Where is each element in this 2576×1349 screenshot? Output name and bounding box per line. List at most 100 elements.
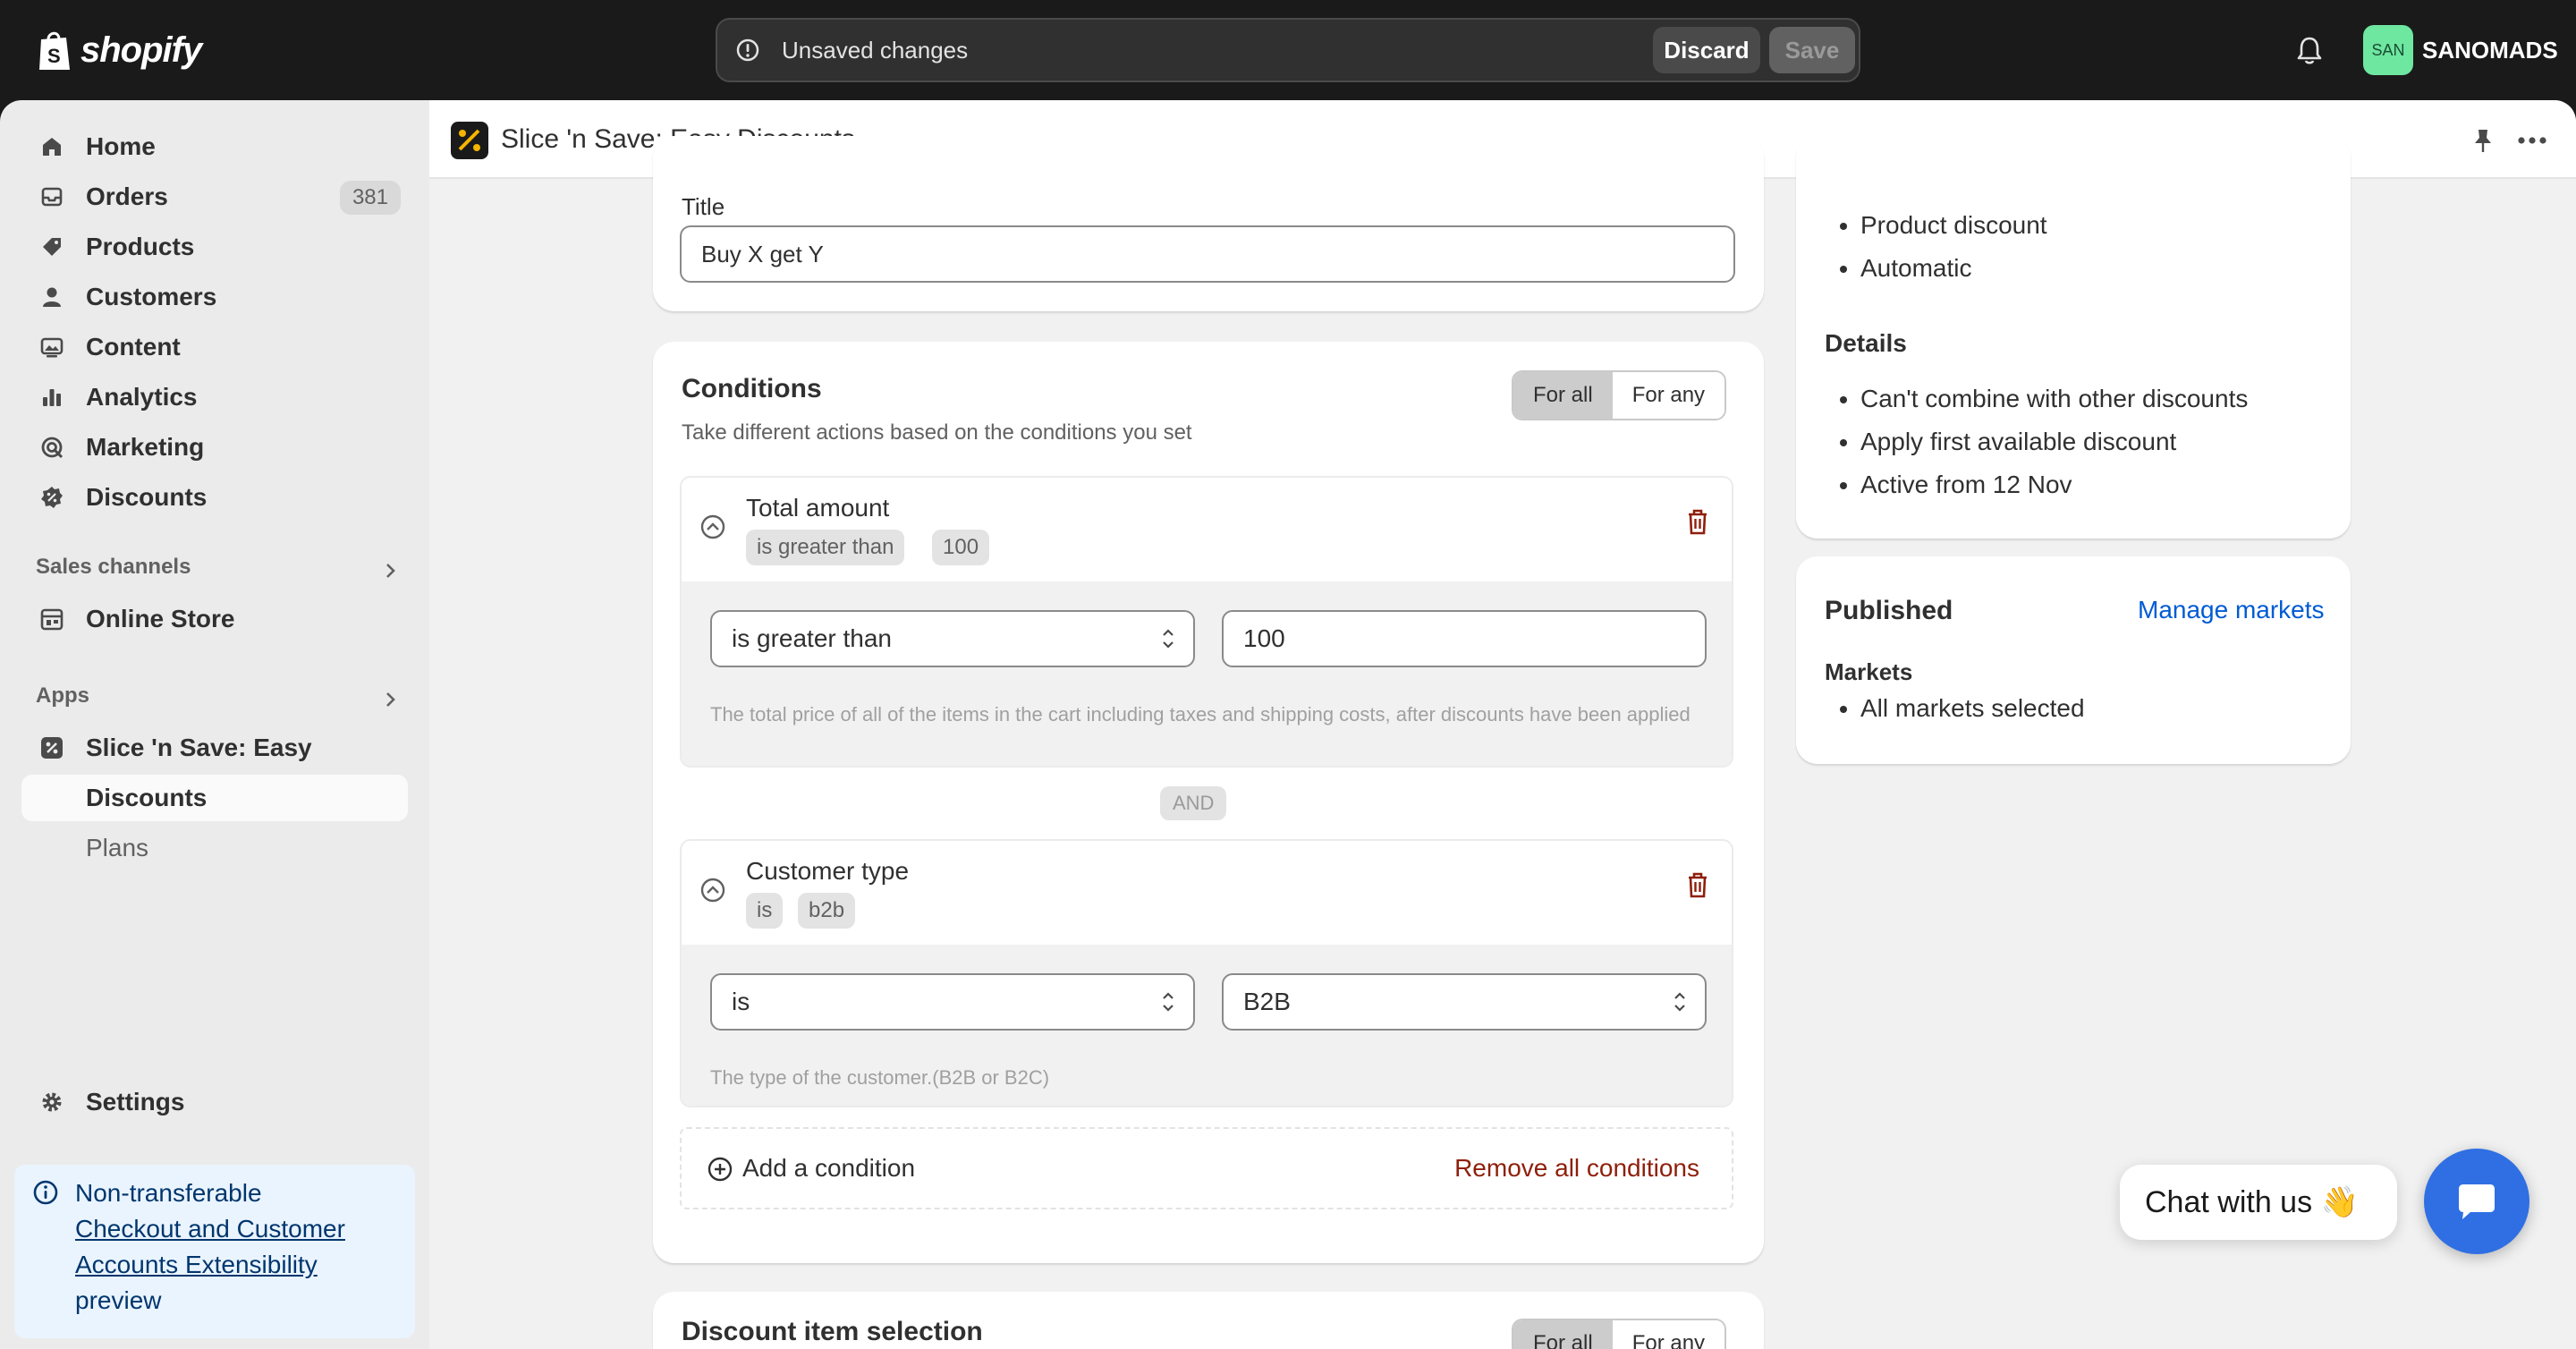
operator-select[interactable]: is greater than (710, 610, 1195, 667)
remove-all-conditions-button[interactable]: Remove all conditions (1454, 1129, 1699, 1208)
condition-item-total-amount: Total amount is greater than 100 is grea… (680, 476, 1733, 768)
sidebar-item-orders[interactable]: Orders 381 (21, 174, 408, 220)
notice-text: Non-transferable Checkout and Customer A… (75, 1175, 397, 1319)
sidebar-item-label: Orders (86, 182, 168, 210)
condition-value-tag: 100 (932, 530, 990, 565)
for-all-button[interactable]: For all (1513, 372, 1613, 419)
chat-launcher-button[interactable] (2424, 1149, 2529, 1254)
condition-header[interactable]: Total amount is greater than 100 (682, 478, 1732, 581)
plus-circle-icon[interactable] (707, 1156, 733, 1183)
conditions-card: Conditions Take different actions based … (653, 342, 1764, 1263)
sidebar-item-products[interactable]: Products (21, 224, 408, 270)
chat-label: Chat with us 👋 (2145, 1185, 2359, 1219)
sidebar-item-home[interactable]: Home (21, 123, 408, 170)
list-item: Product discount (1860, 204, 2047, 247)
sidebar: Home Orders 381 Products Customers Conte… (0, 100, 429, 1349)
image-icon (40, 337, 64, 358)
trash-icon[interactable] (1685, 508, 1710, 537)
sidebar-item-label: Discounts (86, 483, 208, 511)
discount-item-selection-title: Discount item selection (682, 1317, 983, 1346)
sidebar-item-label: Online Store (86, 605, 235, 632)
sidebar-item-label: Home (86, 132, 156, 160)
condition-help-text: The type of the customer.(B2B or B2C) (710, 1066, 1050, 1089)
discount-type-list: Product discount Automatic (1825, 204, 2047, 290)
amount-value-input[interactable] (1222, 610, 1707, 667)
sidebar-item-label: Analytics (86, 383, 198, 411)
alert-circle-icon (736, 38, 759, 62)
sidebar-subitem-discounts[interactable]: Discounts (21, 775, 408, 821)
chat-with-us-pill[interactable]: Chat with us 👋 (2120, 1165, 2397, 1240)
sidebar-item-customers[interactable]: Customers (21, 274, 408, 320)
app-icon (41, 737, 63, 759)
inbox-icon (41, 187, 63, 207)
unsaved-changes-text: Unsaved changes (782, 37, 969, 64)
published-card: Published Manage markets Markets All mar… (1796, 556, 2351, 764)
person-icon (43, 287, 61, 307)
chevron-up-circle-icon[interactable] (699, 877, 726, 904)
sidebar-subitem-plans[interactable]: Plans (21, 825, 408, 871)
conditions-title: Conditions (682, 374, 822, 403)
save-button[interactable]: Save (1769, 27, 1855, 73)
published-title: Published (1825, 596, 1953, 625)
discount-item-selection-card: Discount item selection For all For any (653, 1292, 1764, 1349)
and-joiner-badge: AND (1160, 786, 1227, 820)
for-all-button[interactable]: For all (1513, 1320, 1613, 1349)
trash-icon[interactable] (1685, 871, 1710, 900)
condition-operator-tag: is greater than (746, 530, 905, 565)
main-content: Slice 'n Save: Easy Discounts Title Cond… (429, 100, 2576, 1349)
sidebar-item-analytics[interactable]: Analytics (21, 374, 408, 420)
select-arrows-icon (1163, 992, 1174, 1012)
list-item: Active from 12 Nov (1860, 463, 2248, 506)
sidebar-item-app-slice-n-save[interactable]: Slice 'n Save: Easy Discou... (21, 725, 408, 808)
store-name[interactable]: SANOMADS (2422, 0, 2558, 100)
condition-operator-tag: is (746, 893, 784, 929)
avatar[interactable]: SAN (2363, 25, 2413, 75)
sidebar-item-label: Discounts (86, 784, 208, 811)
condition-actions-row: Add a condition Remove all conditions (680, 1127, 1733, 1209)
customer-type-select[interactable]: B2B (1222, 973, 1707, 1031)
notice-line-3: preview (75, 1286, 162, 1314)
operator-select[interactable]: is (710, 973, 1195, 1031)
apps-heading[interactable]: Apps (36, 683, 89, 708)
sidebar-item-marketing[interactable]: Marketing (21, 424, 408, 471)
sidebar-item-discounts[interactable]: Discounts (21, 474, 408, 521)
chat-bubble-icon (2459, 1184, 2495, 1219)
chevron-right-icon[interactable] (379, 689, 401, 710)
bar-chart-icon (43, 389, 61, 406)
condition-header[interactable]: Customer type is b2b (682, 841, 1732, 945)
details-heading: Details (1825, 329, 1907, 357)
gear-icon (42, 1092, 62, 1112)
for-any-button[interactable]: For any (1612, 1320, 1725, 1349)
list-item: All markets selected (1860, 687, 2085, 730)
for-any-button[interactable]: For any (1612, 372, 1725, 419)
pin-icon[interactable] (2470, 127, 2496, 154)
info-icon (33, 1180, 58, 1205)
markets-list: All markets selected (1825, 687, 2085, 730)
sidebar-item-online-store[interactable]: Online Store (21, 596, 408, 642)
add-condition-button[interactable]: Add a condition (742, 1129, 915, 1208)
more-horizontal-icon[interactable] (2517, 136, 2547, 145)
chevron-up-circle-icon[interactable] (699, 513, 726, 540)
conditions-subtitle: Take different actions based on the cond… (682, 420, 1192, 445)
chevron-right-icon[interactable] (379, 560, 401, 581)
discard-button[interactable]: Discard (1653, 27, 1760, 73)
shopify-logo[interactable]: S shopify (36, 23, 202, 77)
bell-icon[interactable] (2293, 34, 2326, 66)
manage-markets-link[interactable]: Manage markets (2138, 596, 2325, 624)
sidebar-item-content[interactable]: Content (21, 324, 408, 370)
unsaved-changes-bar: Unsaved changes Discard Save (716, 18, 1860, 82)
sidebar-item-label: Settings (86, 1088, 185, 1116)
select-arrows-icon (1163, 629, 1174, 649)
app-logo (451, 122, 488, 159)
sales-channels-heading[interactable]: Sales channels (36, 555, 191, 580)
sidebar-item-settings[interactable]: Settings (21, 1079, 408, 1125)
details-list: Can't combine with other discounts Apply… (1825, 378, 2248, 506)
title-input[interactable] (680, 225, 1735, 283)
conditions-match-toggle: For all For any (1512, 370, 1727, 420)
extensibility-link[interactable]: Checkout and Customer Accounts Extensibi… (75, 1215, 345, 1278)
slice-app-icon (458, 129, 480, 151)
tag-icon (43, 238, 61, 256)
target-icon (41, 437, 64, 459)
condition-body: is greater than The total price of all o… (682, 581, 1732, 766)
condition-item-customer-type: Customer type is b2b is B2B The type of … (680, 839, 1733, 1107)
